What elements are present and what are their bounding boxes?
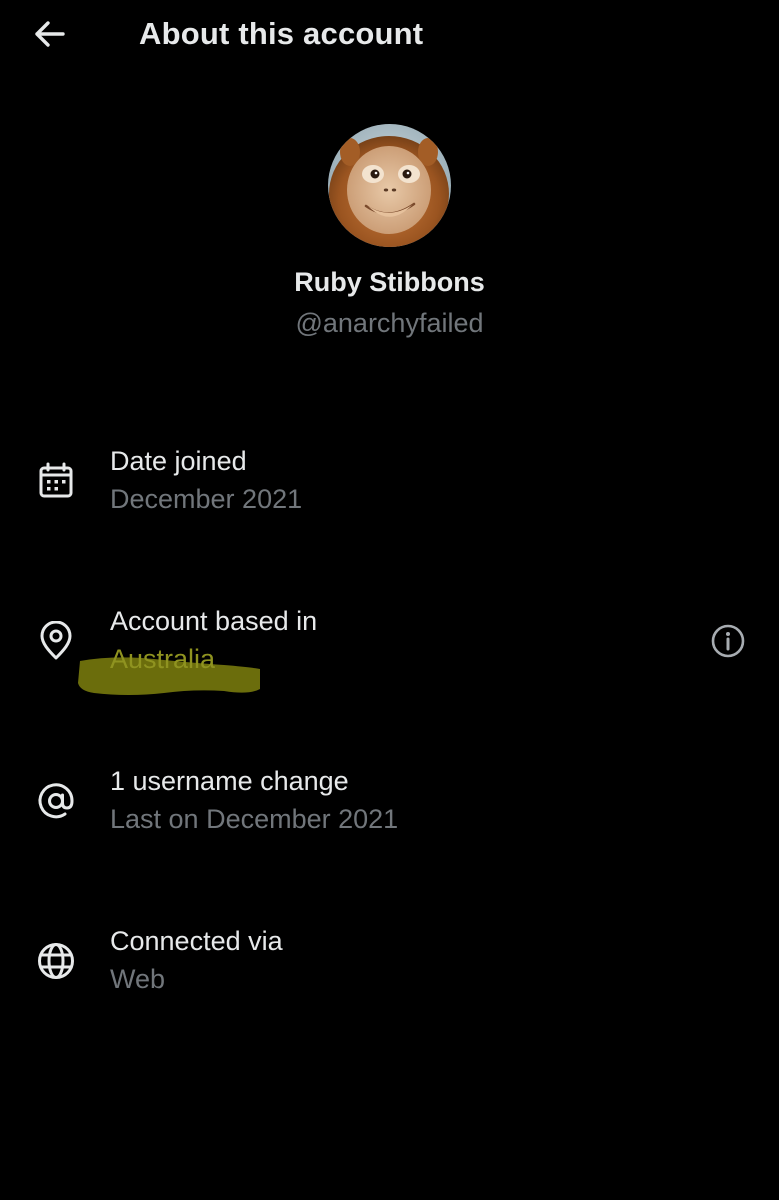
- date-joined-label: Date joined: [110, 446, 247, 476]
- globe-icon: [33, 938, 79, 984]
- username-handle: @anarchyfailed: [295, 308, 484, 338]
- arrow-left-icon: [35, 21, 65, 47]
- back-button[interactable]: [30, 14, 70, 54]
- location-pin-icon: [33, 618, 79, 664]
- account-location-label: Account based in: [110, 606, 318, 636]
- username-change-label: 1 username change: [110, 766, 349, 796]
- at-sign-icon: [33, 778, 79, 824]
- page-title: About this account: [139, 16, 424, 51]
- calendar-icon: [33, 458, 79, 504]
- avatar[interactable]: [328, 124, 451, 247]
- connected-via-label: Connected via: [110, 926, 283, 956]
- account-location-value: Australia: [110, 644, 216, 674]
- orangutan-avatar: [328, 124, 451, 247]
- username-change-value: Last on December 2021: [110, 804, 399, 834]
- info-button[interactable]: [708, 621, 748, 661]
- date-joined-value: December 2021: [110, 484, 303, 514]
- display-name: Ruby Stibbons: [294, 267, 485, 297]
- account-location-row: Account based in Australia: [0, 603, 779, 695]
- info-icon: [711, 624, 745, 658]
- date-joined-row: Date joined December 2021: [0, 443, 779, 533]
- connected-via-value: Web: [110, 964, 166, 994]
- top-bar: About this account: [0, 0, 779, 70]
- connected-via-row: Connected via Web: [0, 923, 779, 1013]
- username-change-row: 1 username change Last on December 2021: [0, 763, 779, 853]
